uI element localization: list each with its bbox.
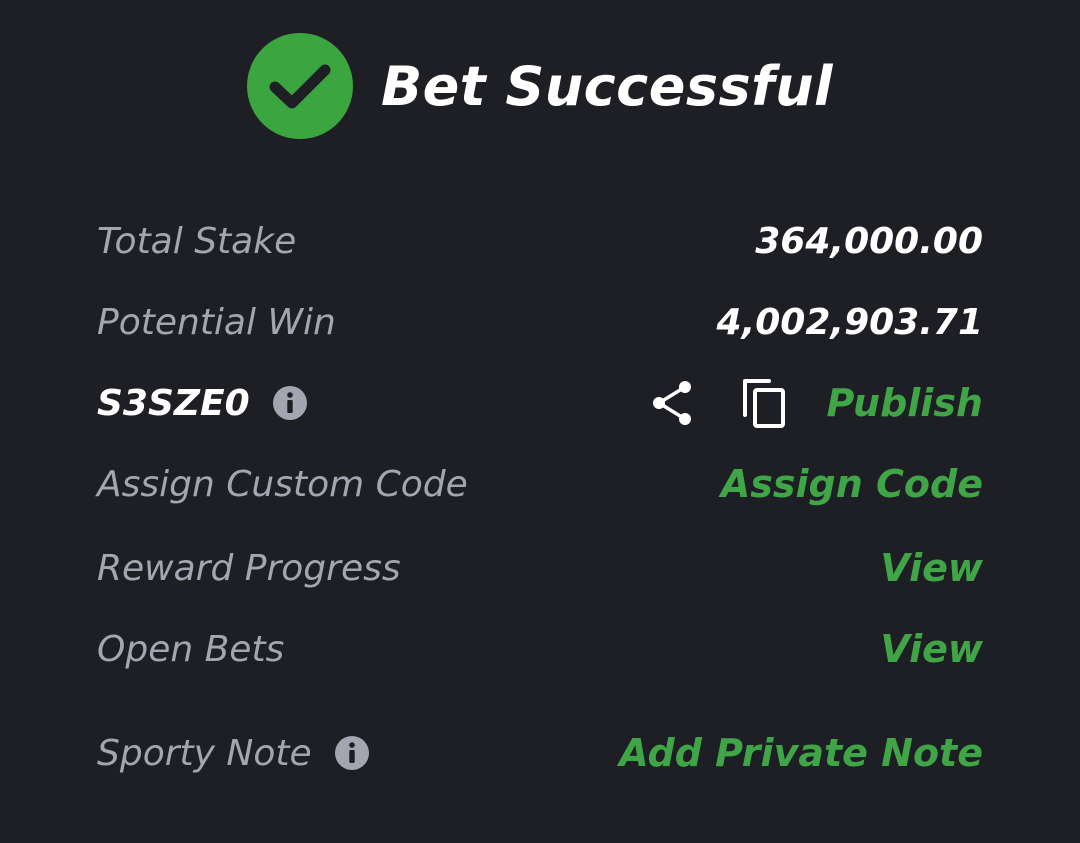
sporty-note-group: Sporty Note — [97, 733, 370, 774]
assign-custom-code-label: Assign Custom Code — [97, 463, 468, 505]
publish-button[interactable]: Publish — [827, 381, 983, 425]
share-icon[interactable] — [651, 379, 695, 427]
potential-win-value: 4,002,903.71 — [716, 301, 983, 343]
booking-code-actions: Publish — [651, 377, 983, 429]
reward-progress-row: Reward Progress View — [97, 538, 983, 598]
page-title: Bet Successful — [380, 54, 834, 118]
assign-custom-code-row: Assign Custom Code Assign Code — [97, 454, 983, 514]
sporty-note-row: Sporty Note Add Private Note — [97, 723, 983, 783]
info-icon[interactable] — [272, 385, 308, 421]
sporty-note-label: Sporty Note — [97, 732, 312, 774]
potential-win-row: Potential Win 4,002,903.71 — [97, 292, 983, 352]
info-icon[interactable] — [334, 735, 370, 771]
total-stake-label: Total Stake — [97, 220, 297, 262]
assign-code-link[interactable]: Assign Code — [721, 462, 983, 506]
reward-progress-view-link[interactable]: View — [880, 546, 983, 590]
open-bets-label: Open Bets — [97, 628, 285, 670]
open-bets-view-link[interactable]: View — [880, 627, 983, 671]
check-circle-icon — [246, 33, 353, 139]
booking-code-row: S3SZE0 Publish — [97, 373, 983, 433]
open-bets-row: Open Bets View — [97, 619, 983, 679]
total-stake-value: 364,000.00 — [755, 220, 983, 262]
add-private-note-link[interactable]: Add Private Note — [619, 731, 983, 775]
potential-win-label: Potential Win — [97, 301, 336, 343]
booking-code: S3SZE0 — [97, 382, 250, 424]
total-stake-row: Total Stake 364,000.00 — [97, 211, 983, 271]
success-header: Bet Successful — [0, 32, 1080, 140]
booking-code-group: S3SZE0 — [97, 383, 308, 424]
copy-icon[interactable] — [741, 377, 787, 429]
reward-progress-label: Reward Progress — [97, 547, 401, 589]
